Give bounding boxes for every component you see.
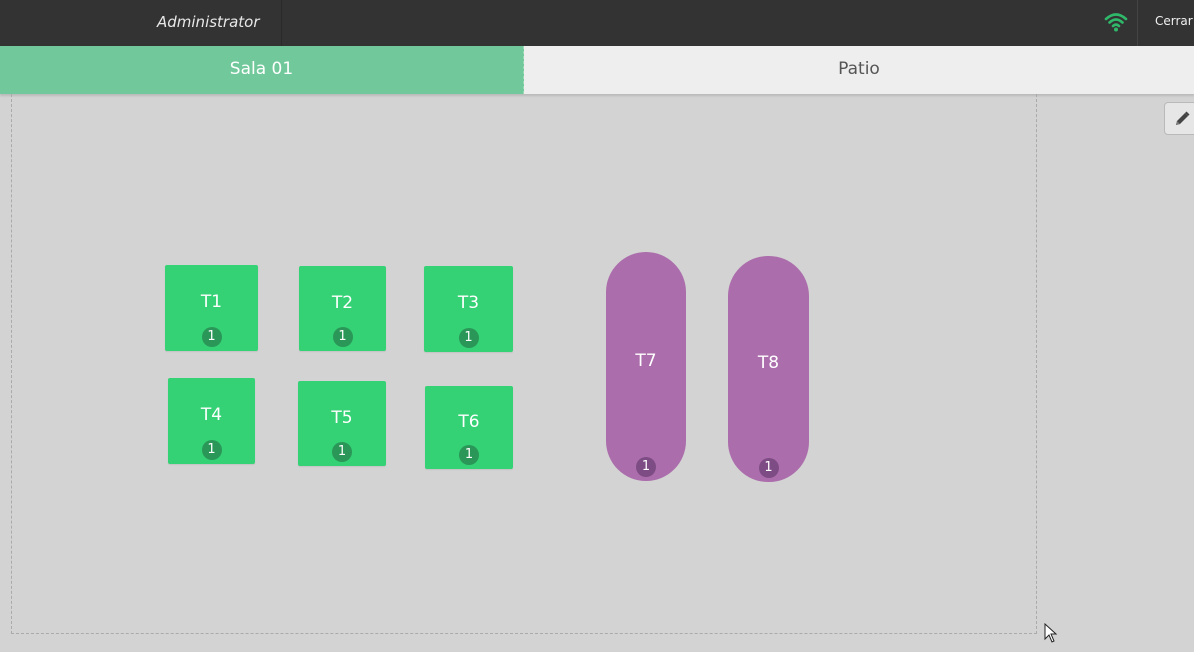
table-t3[interactable]: T3 1	[424, 266, 513, 352]
table-t4[interactable]: T4 1	[168, 378, 255, 464]
seat-count-badge: 1	[636, 457, 656, 477]
table-label: T4	[200, 405, 223, 425]
seat-count-badge: 1	[459, 445, 479, 465]
table-label: T2	[331, 293, 354, 313]
table-t5[interactable]: T5 1	[298, 381, 386, 466]
table-label: T5	[331, 408, 353, 428]
seat-count-badge: 1	[332, 442, 352, 462]
table-t2[interactable]: T2 1	[299, 266, 386, 351]
table-label: T3	[457, 293, 480, 313]
seat-count-badge: 1	[758, 458, 779, 478]
username: Administrator	[157, 13, 260, 31]
seat-count-badge: 1	[201, 327, 222, 347]
top-bar: Administrator Cerrar	[0, 0, 1194, 46]
table-label: T1	[200, 292, 223, 312]
seat-count-badge: 1	[458, 328, 479, 348]
seat-count-badge: 1	[201, 440, 222, 460]
wifi-icon	[1104, 13, 1128, 32]
pencil-icon	[1176, 111, 1190, 125]
table-t1[interactable]: T1 1	[165, 265, 258, 351]
header-divider	[1137, 0, 1138, 46]
logout-button[interactable]: Cerrar	[1155, 14, 1193, 28]
table-t7[interactable]: T7 1	[606, 252, 686, 481]
table-label: T8	[757, 353, 780, 373]
table-t6[interactable]: T6 1	[425, 386, 513, 469]
tab-patio[interactable]: Patio	[524, 46, 1194, 94]
user-panel[interactable]: Administrator	[0, 0, 282, 46]
table-label: T6	[458, 412, 480, 432]
seat-count-badge: 1	[332, 327, 353, 347]
mouse-cursor-icon	[1044, 623, 1058, 643]
table-t8[interactable]: T8 1	[728, 256, 809, 482]
edit-layout-button[interactable]	[1164, 102, 1194, 135]
tab-sala-01[interactable]: Sala 01	[0, 46, 524, 94]
room-tabs: Sala 01 Patio	[0, 46, 1194, 94]
floor-plan-area	[11, 94, 1037, 634]
table-label: T7	[635, 351, 657, 371]
